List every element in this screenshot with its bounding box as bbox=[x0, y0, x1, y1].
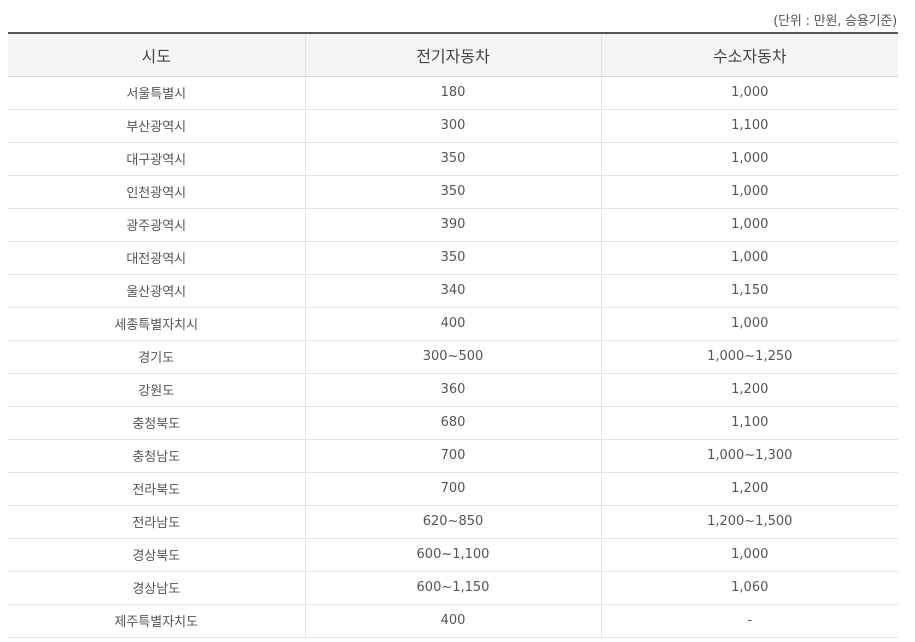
cell-region: 인천광역시 bbox=[8, 175, 305, 209]
table-row: 부산광역시 300 1,100 bbox=[8, 109, 898, 143]
table-header: 시도 전기자동차 수소자동차 bbox=[8, 32, 898, 77]
cell-hydrogen-vehicle: 1,000~1,300 bbox=[600, 439, 898, 473]
cell-electric-vehicle: 340 bbox=[304, 274, 601, 308]
cell-region: 전라북도 bbox=[8, 472, 305, 506]
table-row: 제주특별자치도 400- bbox=[8, 604, 898, 638]
cell-hydrogen-vehicle: 1,060 bbox=[600, 571, 898, 605]
cell-region: 경상북도 bbox=[8, 538, 305, 572]
table-row: 광주광역시 390 1,000 bbox=[8, 208, 898, 242]
cell-hydrogen-vehicle: 1,000 bbox=[600, 76, 898, 110]
header-region: 시도 bbox=[8, 32, 305, 77]
cell-hydrogen-vehicle: 1,100 bbox=[600, 109, 898, 143]
cell-electric-vehicle: 700 bbox=[304, 439, 601, 473]
cell-electric-vehicle: 350 bbox=[304, 241, 601, 275]
table-row: 대구광역시 350 1,000 bbox=[8, 142, 898, 176]
cell-hydrogen-vehicle: 1,200 bbox=[600, 373, 898, 407]
unit-note: (단위 : 만원, 승용기준) bbox=[773, 14, 897, 29]
cell-hydrogen-vehicle: 1,000 bbox=[600, 208, 898, 242]
cell-region: 부산광역시 bbox=[8, 109, 305, 143]
cell-hydrogen-vehicle: 1,200~1,500 bbox=[600, 505, 898, 539]
cell-region: 광주광역시 bbox=[8, 208, 305, 242]
cell-electric-vehicle: 300 bbox=[304, 109, 601, 143]
table-row: 경기도 300~500 1,000~1,250 bbox=[8, 340, 898, 374]
cell-region: 세종특별자치시 bbox=[8, 307, 305, 341]
cell-region: 서울특별시 bbox=[8, 76, 305, 110]
cell-region: 제주특별자치도 bbox=[8, 604, 305, 638]
cell-electric-vehicle: 350 bbox=[304, 142, 601, 176]
cell-region: 강원도 bbox=[8, 373, 305, 407]
table-row: 경상북도 600~1,100 1,000 bbox=[8, 538, 898, 572]
cell-electric-vehicle: 600~1,100 bbox=[304, 538, 601, 572]
cell-region: 대구광역시 bbox=[8, 142, 305, 176]
cell-electric-vehicle: 390 bbox=[304, 208, 601, 242]
cell-hydrogen-vehicle: 1,150 bbox=[600, 274, 898, 308]
cell-hydrogen-vehicle: 1,000 bbox=[600, 175, 898, 209]
cell-region: 대전광역시 bbox=[8, 241, 305, 275]
table-row: 울산광역시 340 1,150 bbox=[8, 274, 898, 308]
table-row: 대전광역시 350 1,000 bbox=[8, 241, 898, 275]
cell-region: 경기도 bbox=[8, 340, 305, 374]
cell-region: 전라남도 bbox=[8, 505, 305, 539]
cell-hydrogen-vehicle: 1,000 bbox=[600, 241, 898, 275]
cell-hydrogen-vehicle: 1,200 bbox=[600, 472, 898, 506]
table-row: 경상남도 600~1,150 1,060 bbox=[8, 571, 898, 605]
cell-electric-vehicle: 680 bbox=[304, 406, 601, 440]
cell-hydrogen-vehicle: 1,000 bbox=[600, 307, 898, 341]
cell-electric-vehicle: 700 bbox=[304, 472, 601, 506]
cell-hydrogen-vehicle: 1,000 bbox=[600, 142, 898, 176]
cell-region: 경상남도 bbox=[8, 571, 305, 605]
cell-electric-vehicle: 400 bbox=[304, 604, 601, 638]
table-row: 인천광역시 350 1,000 bbox=[8, 175, 898, 209]
subsidy-table: 시도 전기자동차 수소자동차 서울특별시 180 1,000 부산광역시 300 1,10… bbox=[8, 32, 898, 638]
table-row: 충청북도 680 1,100 bbox=[8, 406, 898, 440]
cell-electric-vehicle: 600~1,150 bbox=[304, 571, 601, 605]
table-row: 충청남도 700 1,000~1,300 bbox=[8, 439, 898, 473]
cell-electric-vehicle: 360 bbox=[304, 373, 601, 407]
header-row: 시도 전기자동차 수소자동차 bbox=[8, 32, 898, 77]
cell-hydrogen-vehicle: - bbox=[600, 604, 898, 638]
cell-region: 충청북도 bbox=[8, 406, 305, 440]
cell-hydrogen-vehicle: 1,100 bbox=[600, 406, 898, 440]
cell-electric-vehicle: 350 bbox=[304, 175, 601, 209]
cell-electric-vehicle: 620~850 bbox=[304, 505, 601, 539]
table-body: 서울특별시 180 1,000 부산광역시 300 1,100 대구광역시 350 1,000 인… bbox=[8, 76, 898, 638]
cell-electric-vehicle: 180 bbox=[304, 76, 601, 110]
cell-electric-vehicle: 300~500 bbox=[304, 340, 601, 374]
cell-region: 충청남도 bbox=[8, 439, 305, 473]
cell-region: 울산광역시 bbox=[8, 274, 305, 308]
table-row: 강원도 360 1,200 bbox=[8, 373, 898, 407]
header-electric-vehicle: 전기자동차 bbox=[304, 32, 601, 77]
table-row: 서울특별시 180 1,000 bbox=[8, 76, 898, 110]
table-row: 전라남도 620~850 1,200~1,500 bbox=[8, 505, 898, 539]
cell-hydrogen-vehicle: 1,000~1,250 bbox=[600, 340, 898, 374]
page: (단위 : 만원, 승용기준) 시도 전기자동차 수소자동차 서울특별시 180 1… bbox=[0, 0, 915, 642]
cell-electric-vehicle: 400 bbox=[304, 307, 601, 341]
header-hydrogen-vehicle: 수소자동차 bbox=[600, 32, 898, 77]
table-row: 세종특별자치시 400 1,000 bbox=[8, 307, 898, 341]
table-row: 전라북도 700 1,200 bbox=[8, 472, 898, 506]
cell-hydrogen-vehicle: 1,000 bbox=[600, 538, 898, 572]
